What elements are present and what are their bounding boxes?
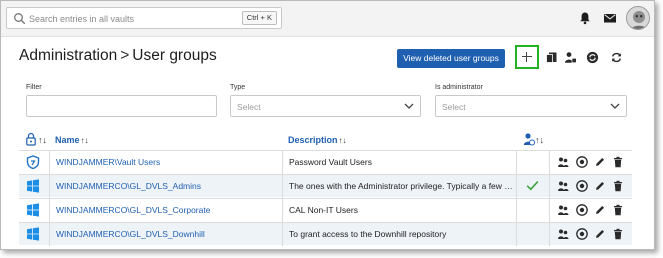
column-divider [49,175,50,198]
import-icon[interactable] [545,51,558,64]
edit-icon[interactable] [594,180,606,192]
group-description: To grant access to the Downhill reposito… [289,229,447,239]
group-description: The ones with the Administrator privileg… [289,181,513,191]
search-box[interactable]: Ctrl + K [6,7,282,29]
group-name-link[interactable]: WINDJAMMERCO\GL_DVLS_Corporate [56,205,210,215]
page-title: User groups [132,47,217,64]
windows-icon [27,203,39,217]
chevron-down-icon [404,103,414,109]
bell-icon[interactable] [578,11,592,25]
vault-users-icon [26,155,40,169]
windows-icon [27,227,39,241]
filter-input[interactable] [26,95,217,117]
type-select[interactable]: Select [230,95,421,117]
column-divider [282,223,283,246]
permissions-icon[interactable] [557,180,569,192]
view-icon[interactable] [576,180,588,192]
type-label: Type [230,84,246,91]
column-divider [549,199,550,222]
lock-column-icon[interactable] [25,132,37,146]
column-divider [549,175,550,198]
permissions-icon[interactable] [557,204,569,216]
permissions-icon[interactable] [557,228,569,240]
group-name-link[interactable]: WINDJAMMER\Vault Users [56,157,160,167]
is-administrator-select-value: Select [442,102,466,112]
column-divider [549,223,550,246]
breadcrumb: Administration > User groups [19,47,217,65]
table-row[interactable]: WINDJAMMERCO\GL_DVLS_Admins The ones with… [19,174,632,198]
view-deleted-user-groups-button[interactable]: View deleted user groups [397,49,505,68]
delete-icon[interactable] [612,180,624,192]
column-header-description[interactable]: Description↑↓ [288,135,347,145]
column-header-name-label: Name [55,135,80,145]
view-icon[interactable] [576,156,588,168]
avatar[interactable] [626,6,650,30]
column-header-description-label: Description [288,135,338,145]
edit-icon[interactable] [594,204,606,216]
group-name-link[interactable]: WINDJAMMERCO\GL_DVLS_Admins [56,181,201,191]
column-divider [516,223,517,246]
filter-label: Filter [26,84,42,91]
mail-icon[interactable] [603,11,617,25]
is-administrator-select[interactable]: Select [435,95,627,117]
column-divider [282,175,283,198]
breadcrumb-administration[interactable]: Administration [19,47,117,64]
type-select-value: Select [237,102,261,112]
administrator-column-icon[interactable] [523,132,535,146]
group-description: CAL Non-IT Users [289,205,358,215]
delete-icon[interactable] [612,204,624,216]
user-lock-icon[interactable] [564,51,577,64]
permissions-icon[interactable] [557,156,569,168]
is-administrator-label: Is administrator [435,84,483,91]
windows-icon [27,179,39,193]
delete-icon[interactable] [612,156,624,168]
search-input[interactable] [29,11,249,26]
table-row[interactable]: WINDJAMMER\Vault Users Password Vault Use… [19,150,632,174]
column-divider [516,175,517,198]
group-name-link[interactable]: WINDJAMMERCO\GL_DVLS_Downhill [56,229,205,239]
view-icon[interactable] [576,204,588,216]
column-divider [516,199,517,222]
sync-icon[interactable] [586,51,599,64]
add-user-group-button[interactable] [515,45,539,69]
edit-icon[interactable] [594,228,606,240]
search-icon [14,13,26,25]
column-divider [549,151,550,174]
column-divider [49,151,50,174]
table-row[interactable]: WINDJAMMERCO\GL_DVLS_Corporate CAL Non-IT… [19,198,632,222]
group-description: Password Vault Users [289,157,372,167]
checkmark-icon [526,181,539,191]
column-divider [49,223,50,246]
delete-icon[interactable] [612,228,624,240]
column-divider [49,199,50,222]
app-window: Ctrl + K Administration>User groups View… [0,0,655,250]
column-divider [516,151,517,174]
shortcut-hint: Ctrl + K [241,11,277,25]
table-row[interactable]: WINDJAMMERCO\GL_DVLS_Downhill To grant ac… [19,222,632,246]
edit-icon[interactable] [594,156,606,168]
chevron-down-icon [610,103,620,109]
breadcrumb-separator: > [120,47,130,64]
name-sort-icon: ↑↓ [80,136,89,145]
administrator-column-sort[interactable]: ↑↓ [535,135,544,145]
column-header-name[interactable]: Name↑↓ [55,135,89,145]
view-icon[interactable] [576,228,588,240]
column-divider [282,151,283,174]
column-divider [282,199,283,222]
lock-column-sort[interactable]: ↑↓ [38,135,47,145]
top-bar: Ctrl + K [1,1,654,37]
description-sort-icon: ↑↓ [338,136,347,145]
refresh-icon[interactable] [610,51,623,64]
user-photo-icon [627,7,649,29]
